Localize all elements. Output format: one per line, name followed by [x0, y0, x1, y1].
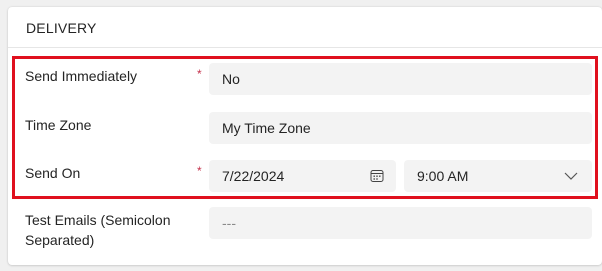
send-immediately-value: No — [222, 71, 240, 87]
test-emails-label: Test Emails (Semicolon Separated) — [25, 210, 171, 250]
send-on-date-value: 7/22/2024 — [222, 168, 285, 184]
test-emails-label-line2: Separated) — [25, 232, 95, 248]
send-on-required-mark: * — [197, 164, 202, 178]
test-emails-label-line1: Test Emails (Semicolon — [25, 212, 171, 228]
chevron-down-icon[interactable] — [564, 171, 578, 181]
test-emails-field[interactable]: --- — [209, 207, 592, 239]
send-on-label: Send On — [25, 165, 81, 181]
send-on-time-value: 9:00 AM — [417, 168, 469, 184]
time-zone-label: Time Zone — [25, 117, 92, 133]
section-divider — [8, 47, 602, 48]
send-immediately-field[interactable]: No — [209, 63, 592, 95]
section-title: DELIVERY — [26, 20, 97, 36]
send-on-time-field[interactable]: 9:00 AM — [404, 160, 592, 192]
test-emails-value: --- — [222, 215, 236, 231]
send-immediately-label: Send Immediately — [25, 68, 138, 84]
send-on-date-field[interactable]: 7/22/2024 — [209, 160, 396, 192]
send-immediately-required-mark: * — [197, 67, 202, 81]
time-zone-field[interactable]: My Time Zone — [209, 112, 592, 144]
time-zone-value: My Time Zone — [222, 120, 311, 136]
calendar-icon[interactable] — [370, 169, 384, 183]
